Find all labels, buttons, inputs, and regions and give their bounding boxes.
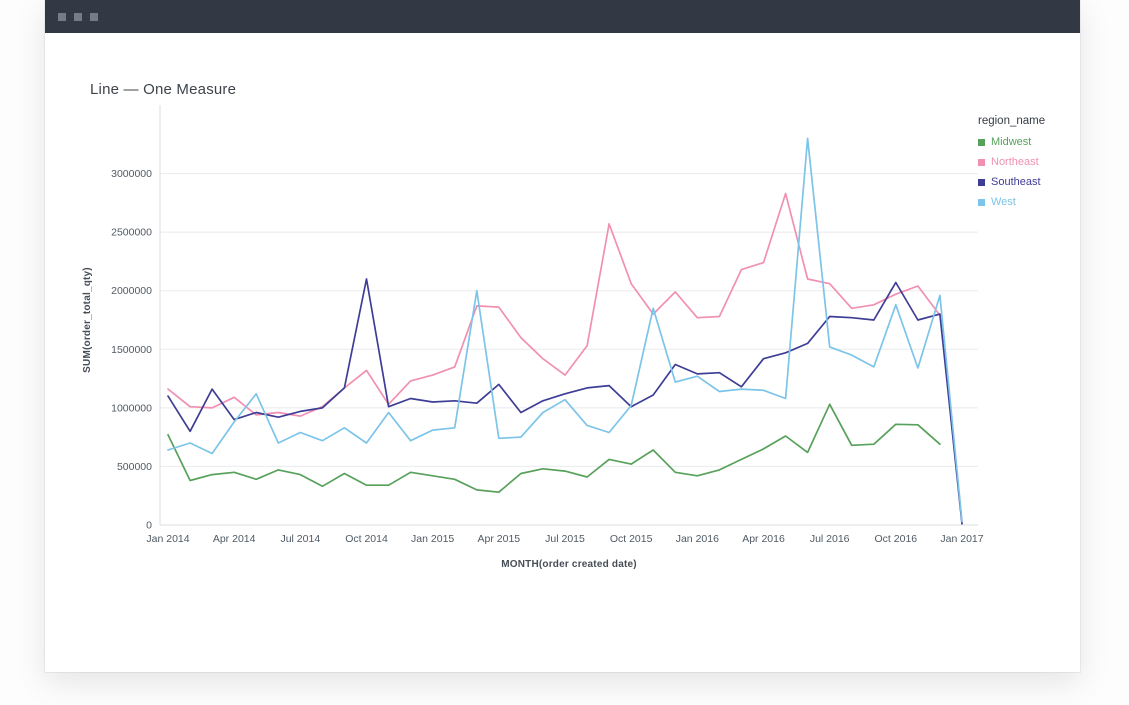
x-axis-tick-label: Oct 2014 bbox=[345, 533, 388, 545]
x-axis-tick-label: Jul 2016 bbox=[810, 533, 850, 545]
legend-item-west[interactable]: West bbox=[978, 196, 1078, 208]
legend-label: Midwest bbox=[991, 136, 1031, 148]
legend-item-southeast[interactable]: Southeast bbox=[978, 176, 1078, 188]
x-axis-tick-label: Apr 2016 bbox=[742, 533, 785, 545]
x-axis-tick-label: Jan 2017 bbox=[940, 533, 983, 545]
y-axis-tick-label: 1500000 bbox=[111, 344, 152, 356]
legend-items: Midwest Northeast Southeast West bbox=[978, 136, 1078, 208]
x-axis-tick-label: Jan 2014 bbox=[146, 533, 189, 545]
window-control-icon[interactable] bbox=[58, 13, 66, 21]
legend: region_name Midwest Northeast Southeast Wes… bbox=[978, 115, 1078, 216]
series-line-west[interactable] bbox=[168, 138, 962, 521]
y-axis-title: SUM(order_total_qty) bbox=[82, 267, 93, 373]
y-axis-tick-label: 2500000 bbox=[111, 227, 152, 239]
window-control-icon[interactable] bbox=[90, 13, 98, 21]
x-axis-tick-label: Jan 2015 bbox=[411, 533, 454, 545]
screenshot-canvas: Line — One Measure 0 500000 1000000 1500000… bbox=[0, 0, 1129, 705]
legend-title: region_name bbox=[978, 115, 1078, 127]
x-axis-tick-label: Jul 2015 bbox=[545, 533, 585, 545]
y-axis-tick-label: 500000 bbox=[117, 461, 152, 473]
series-line-southeast[interactable] bbox=[168, 279, 962, 524]
x-axis-tick-label: Jul 2014 bbox=[280, 533, 320, 545]
x-axis-tick-label: Oct 2015 bbox=[610, 533, 653, 545]
legend-swatch-icon bbox=[978, 159, 985, 166]
x-axis-tick-label: Jan 2016 bbox=[676, 533, 719, 545]
x-axis-tick-label: Oct 2016 bbox=[875, 533, 918, 545]
y-axis-tick-label: 3000000 bbox=[111, 168, 152, 180]
legend-item-northeast[interactable]: Northeast bbox=[978, 156, 1078, 168]
legend-swatch-icon bbox=[978, 139, 985, 146]
window-titlebar bbox=[45, 0, 1080, 33]
line-chart: 0 500000 1000000 1500000 2000000 2500000 30000… bbox=[60, 100, 985, 575]
y-axis-tick-label: 2000000 bbox=[111, 285, 152, 297]
y-axis-tick-label: 0 bbox=[146, 520, 152, 532]
legend-label: West bbox=[991, 196, 1016, 208]
legend-swatch-icon bbox=[978, 179, 985, 186]
series-line-midwest[interactable] bbox=[168, 404, 940, 492]
chart-title: Line — One Measure bbox=[90, 81, 236, 98]
app-window: Line — One Measure 0 500000 1000000 1500000… bbox=[45, 0, 1080, 672]
legend-label: Northeast bbox=[991, 156, 1039, 168]
x-axis-title: MONTH(order created date) bbox=[501, 559, 637, 570]
x-axis-tick-label: Apr 2015 bbox=[478, 533, 521, 545]
chart-panel: Line — One Measure 0 500000 1000000 1500000… bbox=[45, 33, 1080, 672]
window-control-icon[interactable] bbox=[74, 13, 82, 21]
series-line-northeast[interactable] bbox=[168, 194, 940, 417]
y-axis-tick-label: 1000000 bbox=[111, 402, 152, 414]
x-axis-tick-label: Apr 2014 bbox=[213, 533, 256, 545]
legend-item-midwest[interactable]: Midwest bbox=[978, 136, 1078, 148]
legend-swatch-icon bbox=[978, 199, 985, 206]
legend-label: Southeast bbox=[991, 176, 1041, 188]
